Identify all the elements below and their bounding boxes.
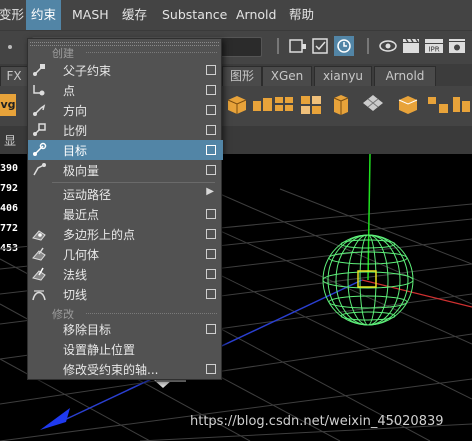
menu-item-orient-constraint[interactable]: 方向 (28, 100, 223, 120)
watermark-text: https://blog.csdn.net/weixin_45020839 (190, 414, 444, 429)
menu-item-label: 多边形上的点 (63, 228, 136, 242)
box-icon[interactable] (328, 92, 354, 118)
section-divider (86, 313, 217, 314)
menu-item-label: 运动路径 (63, 188, 112, 202)
orange-cube-icon[interactable] (395, 92, 421, 118)
menu-item-label: 设置静止位置 (63, 343, 136, 357)
render-settings-icon[interactable] (447, 36, 467, 56)
option-box[interactable] (206, 324, 216, 334)
menu-arnold[interactable]: Arnold (231, 0, 281, 30)
grid-icon[interactable] (272, 92, 298, 118)
section-label: 创建 (52, 47, 74, 60)
menu-item-label: 移除目标 (63, 323, 112, 337)
menu-item-label: 方向 (63, 104, 88, 118)
menu-item-motion-path[interactable]: 运动路径 ▶ (28, 184, 223, 204)
menu-item-label: 几何体 (63, 248, 100, 262)
option-box[interactable] (206, 364, 216, 374)
option-box[interactable] (206, 229, 216, 239)
locator-box[interactable] (357, 270, 377, 288)
constrain-menu-dropdown: 创建 父子约束 点 方向 比例 目标 极向量 运动路径 ▶ 最近点 多边形上的点… (27, 38, 223, 380)
menu-separator (52, 182, 215, 183)
menu-item-modify-constrained-axis[interactable]: 修改受约束的轴... (28, 359, 223, 379)
snap-view-icon[interactable] (288, 36, 308, 56)
option-box[interactable] (206, 65, 216, 75)
separator-icon (367, 38, 369, 54)
menu-item-set-rest-position[interactable]: 设置静止位置 (28, 339, 223, 359)
submenu-arrow-icon: ▶ (206, 186, 214, 197)
menu-item-label: 切线 (63, 288, 88, 302)
menu-cache[interactable]: 缓存 (117, 0, 152, 30)
tab-xianyu[interactable]: xianyu (314, 66, 372, 86)
cube-icon[interactable] (224, 92, 250, 118)
tab-arnold[interactable]: Arnold (374, 66, 436, 86)
section-divider (86, 52, 217, 53)
menu-item-closest-point[interactable]: 最近点 (28, 204, 223, 224)
menu-item-tangent-constraint[interactable]: 切线 (28, 284, 223, 304)
menu-item-label: 目标 (63, 144, 88, 158)
section-create: 创建 (28, 43, 223, 61)
option-box[interactable] (206, 289, 216, 299)
menu-item-aim-constraint[interactable]: 目标 (28, 140, 223, 160)
option-box[interactable] (206, 165, 216, 175)
separator-icon (277, 38, 279, 54)
menu-item-normal-constraint[interactable]: 法线 (28, 264, 223, 284)
option-box[interactable] (206, 105, 216, 115)
menu-item-point-constraint[interactable]: 点 (28, 80, 223, 100)
eye-icon[interactable] (378, 36, 398, 56)
bullet-icon (8, 45, 12, 49)
scale-constraint-icon (33, 123, 46, 136)
option-box[interactable] (206, 145, 216, 155)
parent-constraint-icon (33, 64, 45, 76)
point-constraint-icon (33, 85, 45, 96)
pole-vector-icon (33, 163, 46, 176)
z-axis-arrow-icon (40, 408, 70, 430)
tangent-constraint-icon (32, 290, 46, 301)
x-axis-line (361, 279, 472, 308)
stack-icon[interactable] (450, 92, 472, 118)
tiles-icon[interactable] (298, 92, 324, 118)
option-box[interactable] (206, 269, 216, 279)
menu-item-scale-constraint[interactable]: 比例 (28, 120, 223, 140)
menu-substance[interactable]: Substance (157, 0, 232, 30)
orient-constraint-icon (33, 104, 46, 116)
panel-show-menu[interactable]: 显 (4, 132, 16, 149)
render-region-icon[interactable] (311, 36, 331, 56)
tab-fx[interactable]: FX (0, 66, 28, 86)
menu-item-geometry-constraint[interactable]: 几何体 (28, 244, 223, 264)
menu-item-remove-target[interactable]: 移除目标 (28, 319, 223, 339)
tab-xgen[interactable]: XGen (262, 66, 312, 86)
option-box[interactable] (206, 85, 216, 95)
aim-constraint-icon (33, 142, 47, 156)
shapes-icon[interactable] (425, 92, 451, 118)
menu-item-label: 最近点 (63, 208, 100, 222)
menu-item-label: 点 (63, 84, 76, 98)
option-box[interactable] (206, 209, 216, 219)
point-on-poly-icon (32, 230, 46, 241)
menu-help[interactable]: 帮助 (284, 0, 319, 30)
y-axis-line (367, 154, 371, 281)
svg-text:IPR: IPR (428, 46, 439, 54)
menu-item-parent-constraint[interactable]: 父子约束 (28, 60, 223, 80)
main-menubar: 变形 约束 MASH 缓存 Substance Arnold 帮助 (0, 0, 472, 30)
tab-graphics[interactable]: 图形 (222, 66, 262, 86)
menu-mash[interactable]: MASH (67, 0, 114, 30)
menu-constrain[interactable]: 约束 (26, 0, 62, 30)
menu-item-label: 法线 (63, 268, 88, 282)
menu-item-label: 比例 (63, 124, 88, 138)
option-box[interactable] (206, 125, 216, 135)
menu-deform[interactable]: 变形 (0, 0, 29, 30)
shelf-vg-button[interactable]: vg (0, 94, 16, 116)
geometry-constraint-icon (32, 247, 46, 261)
normal-constraint-icon (32, 267, 46, 281)
menu-item-pole-vector[interactable]: 极向量 (28, 160, 223, 180)
clock-icon[interactable] (334, 36, 354, 56)
option-box[interactable] (206, 249, 216, 259)
menu-item-label: 极向量 (63, 164, 100, 178)
menu-item-point-on-poly[interactable]: 多边形上的点 (28, 224, 223, 244)
ipr-render-icon[interactable]: IPR (424, 36, 444, 56)
menu-item-label: 修改受约束的轴... (63, 363, 159, 377)
menu-item-label: 父子约束 (63, 64, 112, 78)
clapper-icon[interactable] (401, 36, 421, 56)
diamond-grid-icon[interactable] (360, 92, 386, 118)
